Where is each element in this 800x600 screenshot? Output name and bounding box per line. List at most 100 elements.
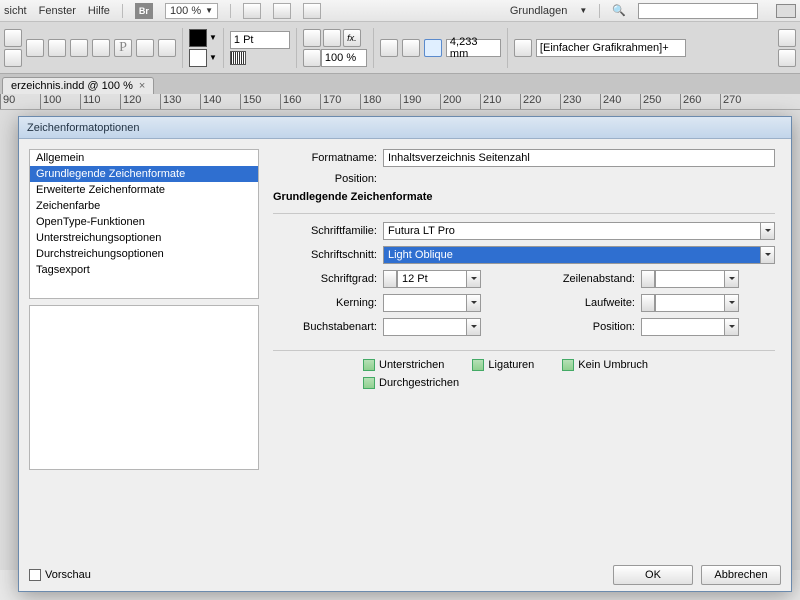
dropdown-arrow-icon[interactable] [725, 270, 739, 288]
category-item[interactable]: OpenType-Funktionen [30, 214, 258, 230]
category-item[interactable]: Zeichenfarbe [30, 198, 258, 214]
underline-checkbox[interactable]: Unterstrichen [363, 359, 444, 371]
minimize-icon[interactable] [776, 4, 796, 18]
tool-icon[interactable] [70, 39, 88, 57]
dialog-titlebar[interactable]: Zeichenformatoptionen [19, 117, 791, 139]
crop-icon[interactable] [424, 39, 442, 57]
category-item[interactable]: Allgemein [30, 150, 258, 166]
tool-icon[interactable] [323, 29, 341, 47]
corner-icon[interactable] [514, 39, 532, 57]
dropdown-arrow-icon[interactable] [725, 294, 739, 312]
tool-icon[interactable] [778, 29, 796, 47]
leading-label: Zeilenabstand: [531, 273, 641, 285]
kerning-label: Kerning: [273, 297, 383, 309]
close-icon[interactable]: × [139, 80, 145, 92]
font-size-spinner[interactable] [383, 270, 397, 288]
menu-bar: sicht Fenster Hilfe Br 100 %▼ Grundlagen… [0, 0, 800, 22]
character-style-options-dialog: Zeichenformatoptionen Allgemein Grundleg… [18, 116, 792, 592]
fx-icon[interactable]: fx. [343, 29, 361, 47]
tool-icon[interactable] [136, 39, 154, 57]
tracking-label: Laufweite: [531, 297, 641, 309]
ligatures-checkbox[interactable]: Ligaturen [472, 359, 534, 371]
tracking-spinner[interactable] [641, 294, 655, 312]
zoom-level[interactable]: 100 %▼ [165, 3, 218, 19]
paragraph-icon[interactable]: P [114, 39, 132, 57]
tool-icon[interactable] [4, 29, 22, 47]
separator [296, 28, 297, 68]
preview-box [29, 305, 259, 470]
separator [223, 28, 224, 68]
tool-icon[interactable] [778, 49, 796, 67]
arrange-icon[interactable] [303, 3, 321, 19]
position-label: Position: [273, 173, 383, 185]
menu-view[interactable]: sicht [4, 5, 27, 17]
category-item[interactable]: Unterstreichungsoptionen [30, 230, 258, 246]
tool-icon[interactable] [303, 29, 321, 47]
case-field[interactable] [383, 318, 467, 336]
main-panel: Formatname: Inhaltsverzeichnis Seitenzah… [273, 149, 781, 553]
category-item[interactable]: Durchstreichungsoptionen [30, 246, 258, 262]
checkbox-icon [363, 377, 375, 389]
preview-checkbox[interactable]: Vorschau [29, 569, 91, 581]
font-style-label: Schriftschnitt: [273, 249, 383, 261]
text-wrap-icon[interactable] [380, 39, 398, 57]
position-field[interactable] [641, 318, 725, 336]
tool-icon[interactable] [303, 49, 321, 67]
kerning-field[interactable] [383, 294, 467, 312]
dropdown-arrow-icon[interactable] [761, 222, 775, 240]
menu-window[interactable]: Fenster [39, 5, 76, 17]
view-options-icon[interactable] [243, 3, 261, 19]
stroke-weight-field[interactable]: 1 Pt [230, 31, 290, 49]
category-item[interactable]: Erweiterte Zeichenformate [30, 182, 258, 198]
stroke-swatch[interactable] [189, 49, 207, 67]
tracking-field[interactable] [655, 294, 725, 312]
dialog-footer: Vorschau OK Abbrechen [29, 565, 781, 585]
tab-label: erzeichnis.indd @ 100 % [11, 80, 133, 92]
workspace-switcher[interactable]: Grundlagen [510, 5, 568, 17]
measure-field[interactable]: 4,233 mm [446, 39, 501, 57]
separator [373, 28, 374, 68]
dropdown-arrow-icon[interactable] [725, 318, 739, 336]
dropdown-arrow-icon[interactable] [761, 246, 775, 264]
stroke-style-icon[interactable] [230, 51, 246, 65]
opacity-field[interactable]: 100 % [321, 49, 367, 67]
formatname-input[interactable]: Inhaltsverzeichnis Seitenzahl [383, 149, 775, 167]
bridge-icon[interactable]: Br [135, 3, 153, 19]
font-family-dropdown[interactable]: Futura LT Pro [383, 222, 761, 240]
font-size-field[interactable]: 12 Pt [397, 270, 467, 288]
leading-spinner[interactable] [641, 270, 655, 288]
font-style-dropdown[interactable]: Light Oblique [383, 246, 761, 264]
position2-label: Position: [531, 321, 641, 333]
tool-icon[interactable] [48, 39, 66, 57]
case-label: Buchstabenart: [273, 321, 383, 333]
tool-icon[interactable] [26, 39, 44, 57]
menu-help[interactable]: Hilfe [88, 5, 110, 17]
category-item[interactable]: Grundlegende Zeichenformate [30, 166, 258, 182]
tool-icon[interactable] [4, 49, 22, 67]
fill-swatch[interactable] [189, 29, 207, 47]
text-wrap-icon[interactable] [402, 39, 420, 57]
category-item[interactable]: Tagsexport [30, 262, 258, 278]
document-tab[interactable]: erzeichnis.indd @ 100 % × [2, 77, 154, 94]
dropdown-arrow-icon[interactable] [467, 318, 481, 336]
checkbox-icon [29, 569, 41, 581]
dropdown-arrow-icon[interactable] [467, 294, 481, 312]
tool-icon[interactable] [158, 39, 176, 57]
nobreak-checkbox[interactable]: Kein Umbruch [562, 359, 648, 371]
category-list: Allgemein Grundlegende Zeichenformate Er… [29, 149, 259, 299]
checkbox-icon [472, 359, 484, 371]
left-column: Allgemein Grundlegende Zeichenformate Er… [29, 149, 259, 553]
control-toolbar: P ▼ ▼ 1 Pt fx. 100 % 4,233 mm [Einfacher… [0, 22, 800, 74]
font-family-label: Schriftfamilie: [273, 225, 383, 237]
strikethrough-checkbox[interactable]: Durchgestrichen [363, 377, 459, 389]
dropdown-arrow-icon[interactable] [467, 270, 481, 288]
tool-icon[interactable] [92, 39, 110, 57]
screen-mode-icon[interactable] [273, 3, 291, 19]
cancel-button[interactable]: Abbrechen [701, 565, 781, 585]
ok-button[interactable]: OK [613, 565, 693, 585]
horizontal-ruler: 9010011012013014015016017018019020021022… [0, 94, 800, 110]
font-size-label: Schriftgrad: [273, 273, 383, 285]
search-input[interactable] [638, 3, 758, 19]
object-style-field[interactable]: [Einfacher Grafikrahmen]+ [536, 39, 686, 57]
leading-field[interactable] [655, 270, 725, 288]
